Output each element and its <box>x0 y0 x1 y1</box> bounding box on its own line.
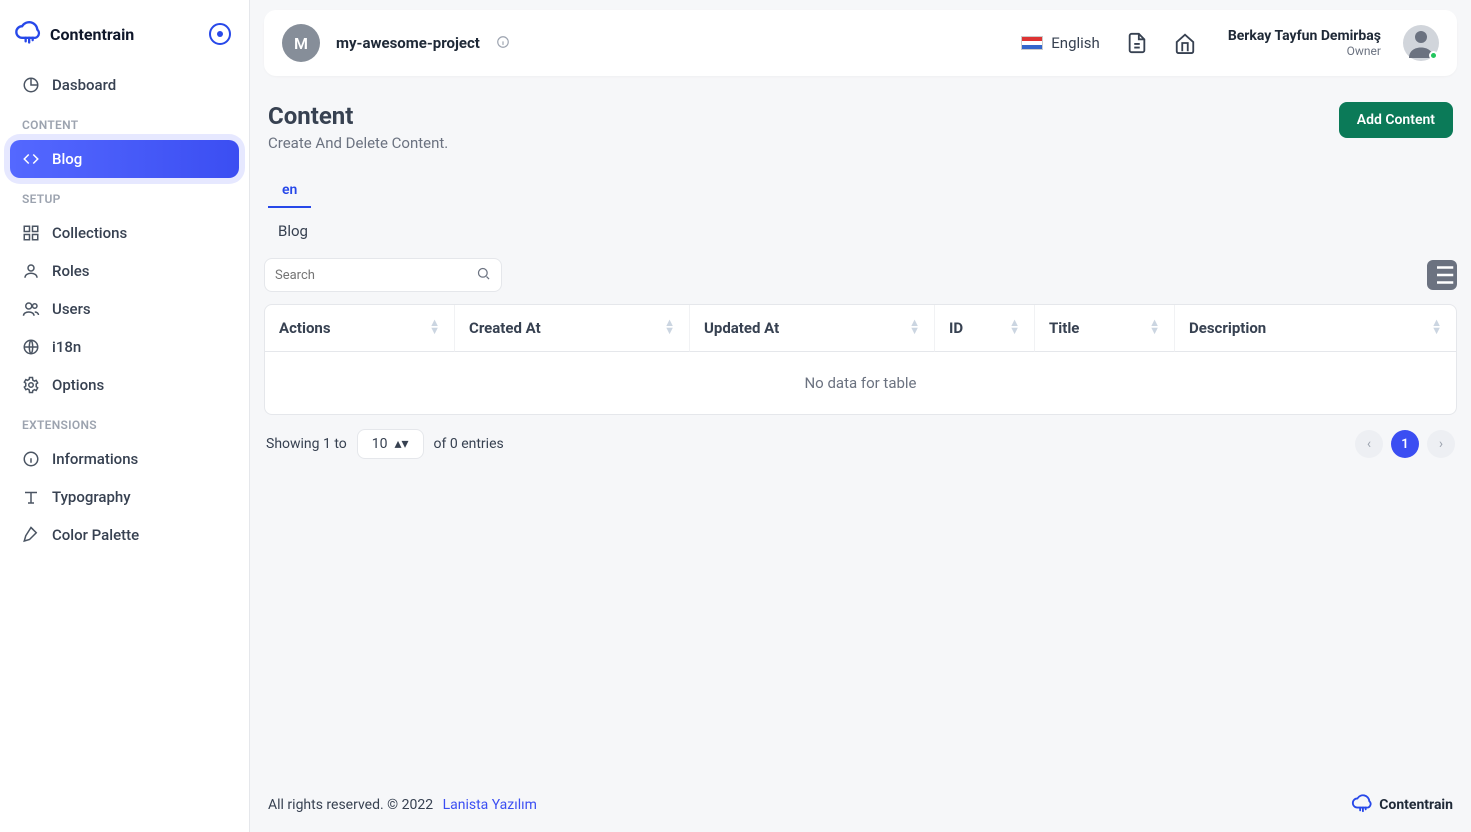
avatar[interactable] <box>1403 25 1439 61</box>
table-empty: No data for table <box>265 352 1456 414</box>
language-label: English <box>1051 34 1100 52</box>
sidebar-item-dashboard[interactable]: Dasboard <box>10 66 239 104</box>
add-content-button[interactable]: Add Content <box>1339 102 1453 138</box>
sidebar-item-informations[interactable]: Informations <box>10 440 239 478</box>
cloud-logo-icon <box>1351 792 1373 818</box>
project-name: my-awesome-project <box>336 34 480 52</box>
col-created-at[interactable]: Created At▲▼ <box>455 305 690 352</box>
document-icon[interactable] <box>1126 32 1148 54</box>
cloud-logo-icon <box>14 18 42 50</box>
sidebar-item-label: Roles <box>52 262 90 280</box>
us-flag-icon <box>1021 36 1043 50</box>
footer-brand-label: Contentrain <box>1379 797 1453 813</box>
search-icon <box>476 266 491 285</box>
info-icon <box>22 450 40 468</box>
collection-label: Blog <box>264 208 1457 258</box>
search-box <box>264 258 502 292</box>
code-icon <box>22 150 40 168</box>
language-switcher[interactable]: English <box>1021 34 1100 52</box>
sidebar-item-roles[interactable]: Roles <box>10 252 239 290</box>
users-icon <box>22 300 40 318</box>
sidebar-item-label: Color Palette <box>52 526 139 544</box>
sidebar-item-label: Users <box>52 300 91 318</box>
user-block[interactable]: Berkay Tayfun Demirbaş Owner <box>1228 28 1381 58</box>
content-table: Actions▲▼ Created At▲▼ Updated At▲▼ ID▲▼… <box>264 304 1457 415</box>
page-size-select[interactable]: 10 ▴▾ <box>357 429 424 459</box>
sidebar-item-label: Collections <box>52 224 127 242</box>
showing-before: Showing 1 to <box>266 436 347 452</box>
brand-label: Contentrain <box>50 25 134 44</box>
sidebar-item-blog[interactable]: Blog <box>10 140 239 178</box>
dashboard-icon <box>22 76 40 94</box>
brand-logo[interactable]: Contentrain <box>14 18 134 50</box>
gear-icon <box>22 376 40 394</box>
nav-section-content: CONTENT <box>10 104 239 140</box>
list-view-button[interactable] <box>1427 260 1457 290</box>
user-name: Berkay Tayfun Demirbaş <box>1228 28 1381 44</box>
home-icon[interactable] <box>1174 32 1196 54</box>
sidebar-item-label: i18n <box>52 338 81 356</box>
col-updated-at[interactable]: Updated At▲▼ <box>690 305 935 352</box>
info-icon[interactable] <box>496 34 510 53</box>
main: M my-awesome-project English Berkay Tayf… <box>250 0 1471 832</box>
showing-after: of 0 entries <box>434 436 504 452</box>
nav-section-setup: SETUP <box>10 178 239 214</box>
online-status-dot <box>1429 51 1438 60</box>
sidebar-item-label: Options <box>52 376 104 394</box>
page-title: Content <box>268 102 448 130</box>
sidebar-item-label: Blog <box>52 150 82 168</box>
sidebar-item-i18n[interactable]: i18n <box>10 328 239 366</box>
sidebar-item-color-palette[interactable]: Color Palette <box>10 516 239 554</box>
project-initial-chip[interactable]: M <box>282 24 320 62</box>
user-role: Owner <box>1228 44 1381 58</box>
locate-icon[interactable] <box>209 23 231 45</box>
typography-icon <box>22 488 40 506</box>
col-id[interactable]: ID▲▼ <box>935 305 1035 352</box>
footer-text: All rights reserved. © 2022 <box>268 797 433 813</box>
sidebar-item-users[interactable]: Users <box>10 290 239 328</box>
col-actions[interactable]: Actions▲▼ <box>265 305 455 352</box>
page-number[interactable]: 1 <box>1391 430 1419 458</box>
col-description[interactable]: Description▲▼ <box>1175 305 1456 352</box>
tab-en[interactable]: en <box>268 174 311 208</box>
sidebar-item-options[interactable]: Options <box>10 366 239 404</box>
footer-brand: Contentrain <box>1351 792 1453 818</box>
search-input[interactable] <box>275 268 476 283</box>
next-page-button[interactable]: › <box>1427 430 1455 458</box>
sidebar-item-label: Informations <box>52 450 138 468</box>
globe-icon <box>22 338 40 356</box>
topbar: M my-awesome-project English Berkay Tayf… <box>264 10 1457 76</box>
col-title[interactable]: Title▲▼ <box>1035 305 1175 352</box>
user-role-icon <box>22 262 40 280</box>
sidebar-item-label: Typography <box>52 488 131 506</box>
sidebar-item-label: Dasboard <box>52 76 116 94</box>
grid-icon <box>22 224 40 242</box>
prev-page-button[interactable]: ‹ <box>1355 430 1383 458</box>
nav-section-extensions: EXTENSIONS <box>10 404 239 440</box>
footer: All rights reserved. © 2022 Lanista Yazı… <box>264 784 1457 832</box>
sidebar: Contentrain Dasboard CONTENT Blog SETUP … <box>0 0 250 832</box>
page-subtitle: Create And Delete Content. <box>268 134 448 152</box>
sidebar-item-typography[interactable]: Typography <box>10 478 239 516</box>
sidebar-item-collections[interactable]: Collections <box>10 214 239 252</box>
footer-link[interactable]: Lanista Yazılım <box>443 797 537 813</box>
pen-icon <box>22 526 40 544</box>
